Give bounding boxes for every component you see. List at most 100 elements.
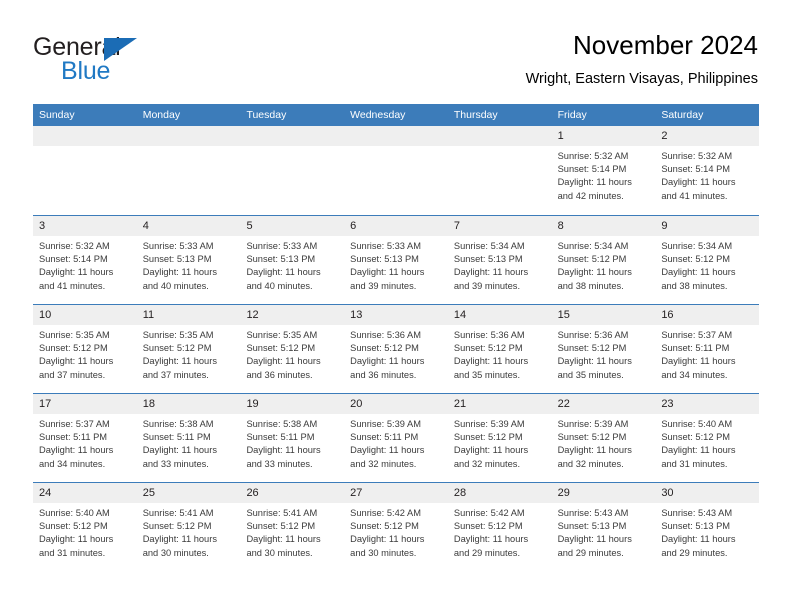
day-cell-23[interactable]: 23 Sunrise: 5:40 AM Sunset: 5:12 PM Dayligh… [655,394,760,482]
weekday-header-friday: Friday [557,109,587,121]
day-details: Sunrise: 5:41 AM Sunset: 5:12 PM Daylight:… [240,503,344,560]
day-number: 12 [246,309,259,321]
day-details: Sunrise: 5:34 AM Sunset: 5:12 PM Daylight:… [552,236,656,293]
day-number: 23 [661,398,674,410]
day-number: 24 [39,487,52,499]
day-cell-30[interactable]: 30 Sunrise: 5:43 AM Sunset: 5:13 PM Dayligh… [655,483,760,571]
day-details [33,146,137,150]
calendar-page: General Blue November 2024 Wright, Easte… [0,0,792,612]
daylight-text: Daylight: 11 hours [661,356,736,367]
day-cell-29[interactable]: 29 Sunrise: 5:43 AM Sunset: 5:13 PM Dayligh… [551,483,656,571]
day-cell-19[interactable]: 19 Sunrise: 5:38 AM Sunset: 5:11 PM Dayligh… [240,394,345,482]
daylight-text: Daylight: 11 hours [557,356,632,367]
day-cell-17[interactable]: 17 Sunrise: 5:37 AM Sunset: 5:11 PM Dayligh… [33,394,137,482]
day-number-band: 6 [344,216,448,236]
day-cell-5[interactable]: 5 Sunrise: 5:33 AM Sunset: 5:13 PM Daylight… [240,216,345,304]
day-cell-28[interactable]: 28 Sunrise: 5:42 AM Sunset: 5:12 PM Dayligh… [447,483,552,571]
daylight-text-cont: and 41 minutes. [661,190,728,201]
weekday-header-monday: Monday [142,109,181,121]
day-cell-2[interactable]: 2 Sunrise: 5:32 AM Sunset: 5:14 PM Daylight… [655,126,760,215]
sunrise-text: Sunrise: 5:38 AM [142,419,214,429]
daylight-text-cont: and 42 minutes. [557,190,624,201]
day-cell-3[interactable]: 3 Sunrise: 5:32 AM Sunset: 5:14 PM Daylight… [33,216,137,304]
day-cell-20[interactable]: 20 Sunrise: 5:39 AM Sunset: 5:11 PM Dayligh… [344,394,448,482]
day-cell-6[interactable]: 6 Sunrise: 5:33 AM Sunset: 5:13 PM Daylight… [344,216,448,304]
day-number: 10 [39,309,52,321]
day-cell-11[interactable]: 11 Sunrise: 5:35 AM Sunset: 5:12 PM Dayligh… [136,305,241,393]
day-details [344,146,448,150]
daylight-text-cont: and 34 minutes. [661,369,728,380]
general-blue-logo[interactable]: General Blue [33,33,233,89]
day-cell-21[interactable]: 21 Sunrise: 5:39 AM Sunset: 5:12 PM Dayligh… [447,394,552,482]
day-cell-1[interactable]: 1 Sunrise: 5:32 AM Sunset: 5:14 PM Daylight… [551,126,656,215]
daylight-text-cont: and 39 minutes. [453,280,521,291]
sunset-text: Sunset: 5:11 PM [350,432,419,443]
daylight-text-cont: and 31 minutes. [39,547,106,558]
day-number: 15 [557,309,570,321]
day-cell-27[interactable]: 27 Sunrise: 5:42 AM Sunset: 5:12 PM Dayligh… [344,483,448,571]
daylight-text-cont: and 34 minutes. [39,458,106,469]
sunset-text: Sunset: 5:12 PM [142,343,212,354]
day-number: 7 [453,220,460,232]
day-number: 8 [557,220,564,232]
day-details: Sunrise: 5:34 AM Sunset: 5:13 PM Daylight:… [448,236,552,293]
day-cell-18[interactable]: 18 Sunrise: 5:38 AM Sunset: 5:11 PM Dayligh… [136,394,241,482]
day-number-band: 23 [655,394,760,414]
day-number-band: 1 [551,126,656,146]
daylight-text-cont: and 35 minutes. [453,369,521,380]
sunset-text: Sunset: 5:12 PM [453,521,523,532]
day-cell-8[interactable]: 8 Sunrise: 5:34 AM Sunset: 5:12 PM Daylight… [551,216,656,304]
day-cell-14[interactable]: 14 Sunrise: 5:36 AM Sunset: 5:12 PM Dayligh… [447,305,552,393]
day-cell-4[interactable]: 4 Sunrise: 5:33 AM Sunset: 5:13 PM Daylight… [136,216,241,304]
day-details [240,146,344,150]
day-details: Sunrise: 5:41 AM Sunset: 5:12 PM Daylight:… [137,503,241,560]
sunset-text: Sunset: 5:13 PM [557,521,627,532]
sunrise-text: Sunrise: 5:42 AM [453,508,525,518]
calendar-week-row: 24 Sunrise: 5:40 AM Sunset: 5:12 PM Dayligh… [33,482,760,571]
daylight-text-cont: and 31 minutes. [661,458,728,469]
sunset-text: Sunset: 5:12 PM [350,343,419,354]
daylight-text: Daylight: 11 hours [453,534,529,545]
day-details: Sunrise: 5:42 AM Sunset: 5:12 PM Daylight:… [448,503,552,560]
day-cell-9[interactable]: 9 Sunrise: 5:34 AM Sunset: 5:12 PM Daylight… [655,216,760,304]
daylight-text-cont: and 38 minutes. [661,280,728,291]
day-details: Sunrise: 5:34 AM Sunset: 5:12 PM Daylight:… [655,236,759,293]
day-details [137,146,241,150]
sunrise-text: Sunrise: 5:37 AM [39,419,110,429]
day-number: 29 [557,487,570,499]
day-number-band: 10 [33,305,137,325]
day-number: 13 [350,309,363,321]
day-cell-13[interactable]: 13 Sunrise: 5:36 AM Sunset: 5:12 PM Dayligh… [344,305,448,393]
day-cell-24[interactable]: 24 Sunrise: 5:40 AM Sunset: 5:12 PM Dayligh… [33,483,137,571]
day-cell-22[interactable]: 22 Sunrise: 5:39 AM Sunset: 5:12 PM Dayligh… [551,394,656,482]
day-cell-empty [344,126,448,215]
sunset-text: Sunset: 5:12 PM [661,254,731,265]
day-cell-12[interactable]: 12 Sunrise: 5:35 AM Sunset: 5:12 PM Dayligh… [240,305,345,393]
daylight-text: Daylight: 11 hours [350,356,425,367]
day-cell-7[interactable]: 7 Sunrise: 5:34 AM Sunset: 5:13 PM Daylight… [447,216,552,304]
calendar-week-row: 1 Sunrise: 5:32 AM Sunset: 5:14 PM Daylight… [33,126,760,215]
sunrise-text: Sunrise: 5:37 AM [661,330,733,340]
day-number: 2 [661,130,668,142]
day-cell-empty [240,126,345,215]
sunrise-text: Sunrise: 5:38 AM [246,419,318,429]
daylight-text: Daylight: 11 hours [142,445,217,456]
daylight-text: Daylight: 11 hours [661,267,736,278]
daylight-text: Daylight: 11 hours [246,534,321,545]
day-cell-26[interactable]: 26 Sunrise: 5:41 AM Sunset: 5:12 PM Dayligh… [240,483,345,571]
daylight-text: Daylight: 11 hours [453,356,529,367]
day-cell-15[interactable]: 15 Sunrise: 5:36 AM Sunset: 5:12 PM Dayligh… [551,305,656,393]
day-cell-10[interactable]: 10 Sunrise: 5:35 AM Sunset: 5:12 PM Dayligh… [33,305,137,393]
day-cell-25[interactable]: 25 Sunrise: 5:41 AM Sunset: 5:12 PM Dayligh… [136,483,241,571]
daylight-text: Daylight: 11 hours [142,534,217,545]
day-details: Sunrise: 5:38 AM Sunset: 5:11 PM Daylight:… [240,414,344,471]
sunset-text: Sunset: 5:12 PM [557,254,627,265]
day-cell-16[interactable]: 16 Sunrise: 5:37 AM Sunset: 5:11 PM Dayligh… [655,305,760,393]
sunset-text: Sunset: 5:12 PM [246,343,316,354]
daylight-text-cont: and 39 minutes. [350,280,417,291]
sunset-text: Sunset: 5:12 PM [557,343,627,354]
calendar-weeks: 1 Sunrise: 5:32 AM Sunset: 5:14 PM Daylight… [33,126,760,571]
daylight-text-cont: and 32 minutes. [557,458,624,469]
day-details: Sunrise: 5:35 AM Sunset: 5:12 PM Daylight:… [33,325,137,382]
sunset-text: Sunset: 5:12 PM [661,432,731,443]
